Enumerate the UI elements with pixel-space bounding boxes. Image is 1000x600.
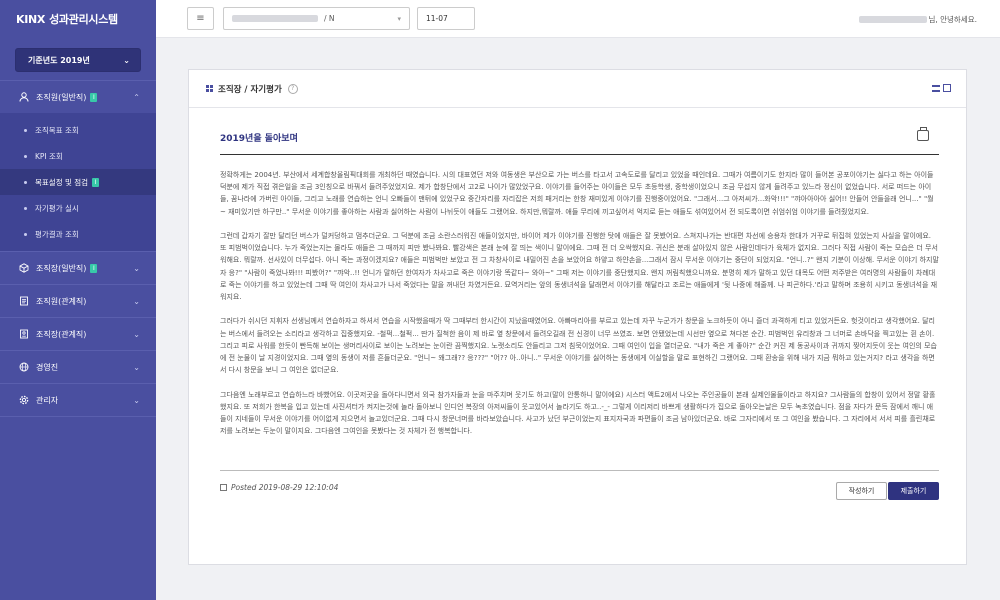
post-paragraph: 그런데 갑자기 잘만 달리던 버스가 덜커덩하고 멈추더군요. 그 덕분에 조금… xyxy=(220,232,939,302)
id-card-icon xyxy=(18,328,30,340)
chevron-down-icon: ⌄ xyxy=(133,362,140,372)
chevron-up-icon: ⌃ xyxy=(133,92,140,102)
logo-name: 성과관리시스템 xyxy=(49,13,118,26)
document-icon xyxy=(18,295,30,307)
post-paragraph: 정확하게는 2004년. 부산에서 세계합창올림픽대회를 개최하던 때였습니다.… xyxy=(220,171,934,216)
chevron-down-icon: ⌄ xyxy=(133,296,140,306)
menu-item-member-general[interactable]: 조직원(일반직) I ⌃ xyxy=(0,81,156,113)
menu-item-label: 조직원(일반직) xyxy=(36,92,87,102)
submenu-item-goal-setting[interactable]: 목표설정 및 점검 I xyxy=(0,169,156,195)
topbar: ≡ / N ▾ 11-07 님, 안녕하세요. xyxy=(156,0,1000,38)
logo-brand: KINX xyxy=(16,12,46,26)
post: 2019년을 돌아보며 정확하게는 2004년. 부산에서 세계합창올림픽대회를… xyxy=(220,122,939,450)
submenu: 조직목표 조회 KPI 조회 목표설정 및 점검 I 자기평가 실시 평가결과 조… xyxy=(0,113,156,251)
print-icon[interactable] xyxy=(917,127,929,141)
menu-item-executive[interactable]: 경영진 ⌄ xyxy=(0,351,156,383)
org-select-suffix: / N xyxy=(324,14,335,23)
submenu-item-self-eval[interactable]: 자기평가 실시 xyxy=(0,195,156,221)
submenu-item-label: 목표설정 및 점검 xyxy=(35,177,89,187)
logo[interactable]: KINX 성과관리시스템 xyxy=(0,0,156,38)
menu-toggle-button[interactable]: ≡ xyxy=(187,7,214,30)
new-badge: I xyxy=(92,177,100,187)
box-view-icon[interactable] xyxy=(943,84,951,92)
chevron-down-icon: ▾ xyxy=(397,14,401,23)
submenu-item-kpi[interactable]: KPI 조회 xyxy=(0,143,156,169)
divider xyxy=(220,470,939,471)
menu-item-label: 관리자 xyxy=(36,395,59,405)
card-title: 조직장 / 자기평가 xyxy=(218,84,282,95)
post-paragraph: 그러다가 쉬시던 지휘자 선생님께서 연습하자고 하셔서 연습을 시작했을때가 … xyxy=(220,317,937,375)
chevron-down-icon: ⌄ xyxy=(133,329,140,339)
menu-item-label: 조직장(일반직) xyxy=(36,263,87,273)
chevron-down-icon: ⌄ xyxy=(123,55,130,65)
cube-icon xyxy=(18,262,30,274)
grid-icon xyxy=(206,85,213,92)
gear-icon xyxy=(18,394,30,406)
redacted-user-name xyxy=(859,16,928,23)
redacted-org-name xyxy=(232,15,318,22)
menu-item-leader-general[interactable]: 조직장(일반직) I ⌄ xyxy=(0,252,156,284)
menu-item-label: 경영진 xyxy=(36,362,59,372)
menu-item-leader-related[interactable]: 조직장(관계직) ⌄ xyxy=(0,318,156,350)
year-select-value: 기준년도 2019년 xyxy=(28,55,90,65)
menu-collapse-icon: ≡ xyxy=(196,13,205,24)
menu-item-label: 조직원(관계직) xyxy=(36,296,87,306)
menu-item-member-related[interactable]: 조직원(관계직) ⌄ xyxy=(0,285,156,317)
date-input[interactable]: 11-07 xyxy=(417,7,475,30)
submenu-item-org-goals[interactable]: 조직목표 조회 xyxy=(0,117,156,143)
post-paragraph: 그다음엔 노래부르고 연습하느라 바빴어요. 이곳저곳을 돌아다니면서 외국 참… xyxy=(220,390,936,436)
user-icon xyxy=(18,91,30,103)
year-select[interactable]: 기준년도 2019년 ⌄ xyxy=(15,48,141,72)
submit-button[interactable]: 제출하기 xyxy=(888,482,939,500)
menu-item-admin[interactable]: 관리자 ⌄ xyxy=(0,384,156,416)
new-badge: I xyxy=(90,263,98,273)
greeting-text: 님, 안녕하세요. xyxy=(928,15,977,24)
checkbox-icon xyxy=(220,484,227,491)
new-badge: I xyxy=(90,92,98,102)
sidebar: KINX 성과관리시스템 기준년도 2019년 ⌄ 조직원(일반직) I ⌃ 조… xyxy=(0,0,156,600)
card-header: 조직장 / 자기평가 ? xyxy=(189,70,966,108)
globe-icon xyxy=(18,361,30,373)
write-button[interactable]: 작성하기 xyxy=(836,482,887,500)
post-title: 2019년을 돌아보며 xyxy=(220,133,298,144)
chevron-down-icon: ⌄ xyxy=(133,395,140,405)
posted-date-text: Posted 2019-08-29 12:10:04 xyxy=(231,483,339,492)
user-greeting: 님, 안녕하세요. xyxy=(859,14,977,25)
view-toggle xyxy=(932,84,951,92)
posted-date: Posted 2019-08-29 12:10:04 xyxy=(220,483,338,492)
org-select[interactable]: / N ▾ xyxy=(223,7,410,30)
help-icon[interactable]: ? xyxy=(287,83,298,94)
menu-item-label: 조직장(관계직) xyxy=(36,329,87,339)
submenu-item-results[interactable]: 평가결과 조회 xyxy=(0,221,156,247)
chevron-down-icon: ⌄ xyxy=(133,263,140,273)
content-card: 조직장 / 자기평가 ? 2019년을 돌아보며 정확하게는 2004년. 부산… xyxy=(188,69,967,565)
list-view-icon[interactable] xyxy=(932,85,940,92)
post-body: 정확하게는 2004년. 부산에서 세계합창올림픽대회를 개최하던 때였습니다.… xyxy=(220,155,939,437)
